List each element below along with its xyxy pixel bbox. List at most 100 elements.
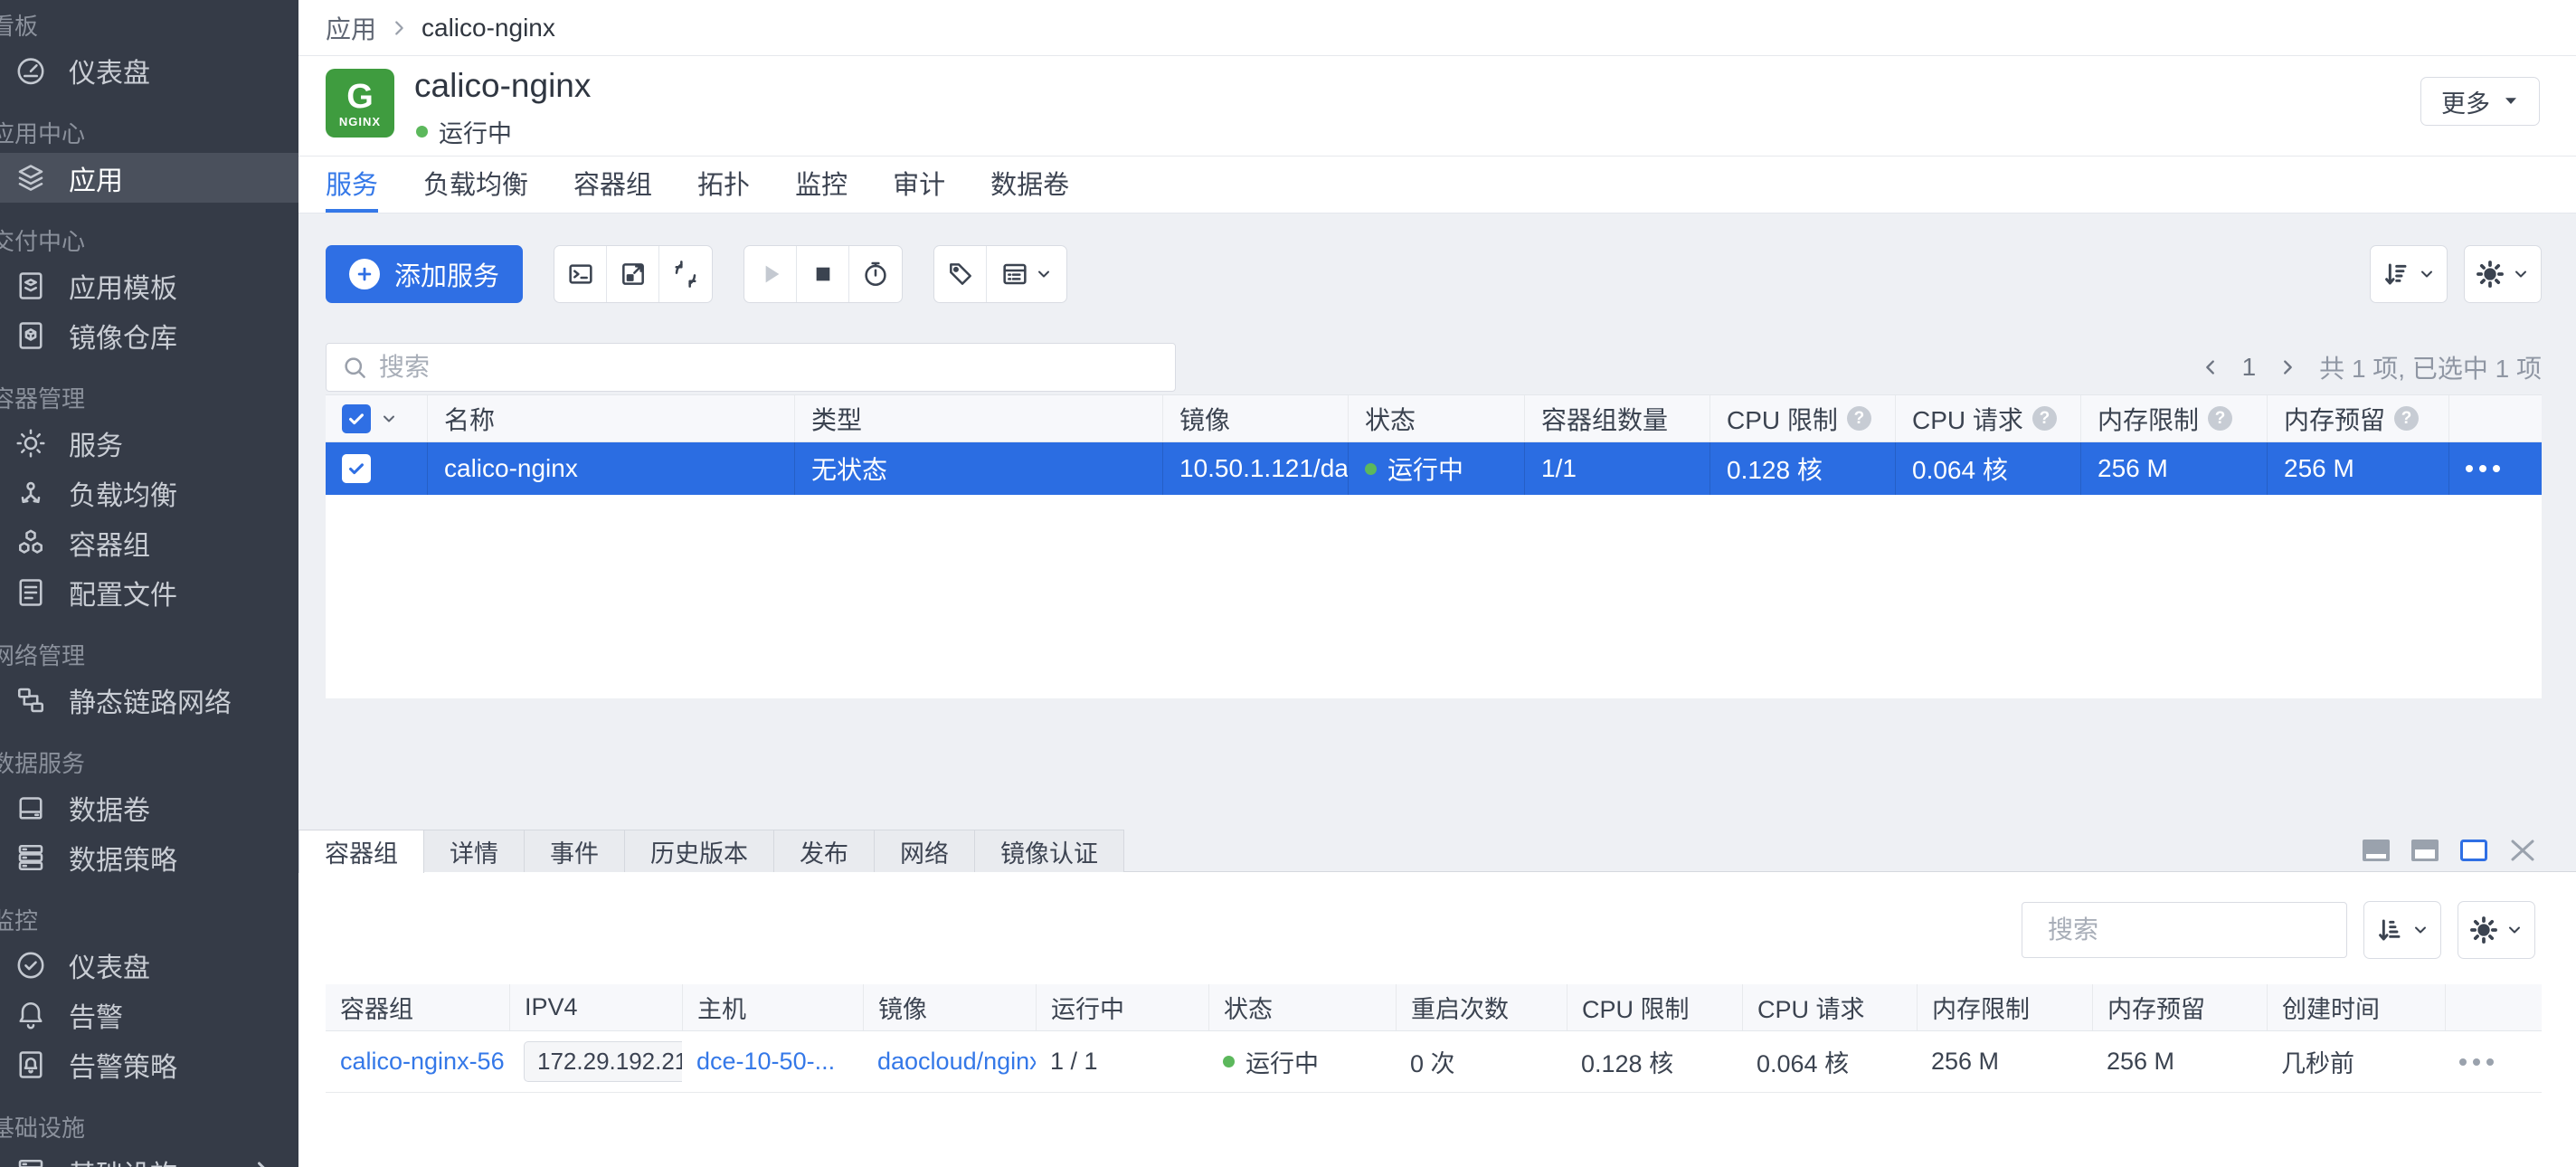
page-next-icon[interactable] [2278, 357, 2297, 377]
rolling-update-button[interactable] [659, 246, 712, 302]
table-row[interactable]: calico-nginx 无状态 10.50.1.121/daoc 运行中 1/… [326, 442, 2542, 495]
start-button[interactable] [744, 246, 797, 302]
sidebar-item-infrastructure[interactable]: 基础设施 [0, 1147, 298, 1167]
scale-button[interactable] [607, 246, 659, 302]
tab-services[interactable]: 服务 [326, 157, 378, 213]
sidebar-item-pods[interactable]: 容器组 [0, 517, 298, 567]
service-cpu-limit: 0.128 核 [1709, 442, 1895, 495]
sidebar-item-static-network[interactable]: 静态链路网络 [0, 675, 298, 725]
more-button[interactable]: 更多 [2420, 77, 2540, 126]
image-registry-icon [14, 319, 47, 352]
panel-tab-release[interactable]: 发布 [774, 830, 875, 872]
gear-icon [2469, 916, 2498, 944]
col-mem-reserve[interactable]: 内存预留 ? [2267, 395, 2448, 441]
col-ipv4[interactable]: IPV4 [509, 984, 682, 1030]
more-actions-button[interactable] [987, 246, 1066, 302]
panel-size-half-icon[interactable] [2410, 837, 2440, 864]
nginx-logo-text: NGINX [339, 115, 381, 128]
pods-settings-button[interactable] [2458, 901, 2535, 959]
col-created[interactable]: 创建时间 [2267, 984, 2445, 1030]
col-mem-limit[interactable]: 内存限制 [1917, 984, 2092, 1030]
tab-pods[interactable]: 容器组 [573, 157, 652, 213]
detail-panel-tabs: 容器组 详情 事件 历史版本 发布 网络 镜像认证 [298, 830, 1124, 872]
col-image[interactable]: 镜像 [863, 984, 1036, 1030]
panel-tab-network[interactable]: 网络 [875, 830, 975, 872]
panel-tab-history[interactable]: 历史版本 [625, 830, 774, 872]
row-checkbox[interactable] [342, 454, 371, 483]
table-row[interactable]: calico-nginx-56 172.29.192.216 dce-10-50… [326, 1031, 2542, 1093]
restart-button[interactable] [849, 246, 902, 302]
sidebar-item-volumes[interactable]: 数据卷 [0, 783, 298, 832]
col-image[interactable]: 镜像 [1162, 395, 1348, 441]
panel-tab-image-auth[interactable]: 镜像认证 [975, 830, 1124, 872]
help-icon[interactable]: ? [2394, 406, 2419, 431]
pod-image-link[interactable]: daocloud/nginx [877, 1048, 1036, 1076]
col-mem-reserve[interactable]: 内存预留 [2092, 984, 2267, 1030]
row-actions-icon[interactable] [2466, 465, 2500, 472]
tab-monitoring[interactable]: 监控 [795, 157, 848, 213]
col-cpu-limit[interactable]: CPU 限制 [1567, 984, 1742, 1030]
tab-topology[interactable]: 拓扑 [697, 157, 750, 213]
col-cpu-limit[interactable]: CPU 限制 ? [1709, 395, 1895, 441]
app-status: 运行中 [416, 114, 512, 149]
tab-volumes[interactable]: 数据卷 [990, 157, 1069, 213]
col-pod[interactable]: 容器组 [326, 984, 509, 1030]
sidebar-item-dashboard[interactable]: 仪表盘 [0, 45, 298, 95]
sidebar-item-config-files[interactable]: 配置文件 [0, 567, 298, 617]
stop-button[interactable] [797, 246, 849, 302]
arrow-right-icon[interactable] [239, 1154, 275, 1167]
sidebar-item-services[interactable]: 服务 [0, 418, 298, 468]
breadcrumb-parent[interactable]: 应用 [326, 10, 376, 46]
sidebar-item-data-policies[interactable]: 数据策略 [0, 832, 298, 882]
page-prev-icon[interactable] [2201, 357, 2221, 377]
sidebar-item-alerts[interactable]: 告警 [0, 990, 298, 1039]
pod-name-link[interactable]: calico-nginx-56 [340, 1048, 505, 1076]
col-cpu-request[interactable]: CPU 请求 ? [1895, 395, 2080, 441]
panel-size-max-icon[interactable] [2458, 837, 2489, 864]
col-status[interactable]: 状态 [1208, 984, 1396, 1030]
sidebar-item-monitor-dashboard[interactable]: 仪表盘 [0, 940, 298, 990]
gear-icon [2476, 260, 2505, 289]
sort-desc-icon [2382, 260, 2410, 289]
tab-load-balancer[interactable]: 负载均衡 [423, 157, 528, 213]
panel-size-small-icon[interactable] [2361, 837, 2391, 864]
select-all-checkbox[interactable] [342, 404, 371, 433]
panel-close-icon[interactable] [2507, 837, 2538, 864]
pods-search-input[interactable] [2048, 916, 2374, 944]
col-restarts[interactable]: 重启次数 [1396, 984, 1567, 1030]
tab-audit[interactable]: 审计 [893, 157, 945, 213]
row-actions-icon[interactable] [2459, 1058, 2494, 1066]
sidebar-item-image-registry[interactable]: 镜像仓库 [0, 310, 298, 360]
sidebar-item-alert-policies[interactable]: 告警策略 [0, 1039, 298, 1089]
select-menu-chevron-icon[interactable] [380, 410, 398, 428]
col-type[interactable]: 类型 [794, 395, 1162, 441]
pods-sort-button[interactable] [2363, 901, 2441, 959]
sidebar-item-applications[interactable]: 应用 [0, 153, 298, 203]
help-icon[interactable]: ? [2208, 406, 2232, 431]
help-icon[interactable]: ? [2032, 406, 2057, 431]
add-service-button[interactable]: 添加服务 [326, 245, 523, 303]
col-running[interactable]: 运行中 [1036, 984, 1208, 1030]
help-icon[interactable]: ? [1847, 406, 1871, 431]
service-name[interactable]: calico-nginx [427, 442, 794, 495]
pod-host-link[interactable]: dce-10-50-... [696, 1048, 835, 1076]
col-host[interactable]: 主机 [682, 984, 863, 1030]
panel-tab-details[interactable]: 详情 [424, 830, 525, 872]
panel-tab-pods[interactable]: 容器组 [298, 830, 424, 873]
terminal-button[interactable] [554, 246, 607, 302]
col-status[interactable]: 状态 [1348, 395, 1524, 441]
sidebar-item-app-templates[interactable]: 应用模板 [0, 261, 298, 310]
config-file-icon [14, 576, 47, 609]
col-cpu-request[interactable]: CPU 请求 [1742, 984, 1917, 1030]
sort-button[interactable] [2370, 245, 2448, 303]
sidebar-section-infrastructure: 基础设施 基础设施 [0, 1109, 298, 1167]
panel-tab-events[interactable]: 事件 [525, 830, 625, 872]
service-cpu-request: 0.064 核 [1895, 442, 2080, 495]
col-name[interactable]: 名称 [427, 395, 794, 441]
col-mem-limit[interactable]: 内存限制 ? [2080, 395, 2267, 441]
col-pod-count[interactable]: 容器组数量 [1524, 395, 1709, 441]
tag-button[interactable] [934, 246, 987, 302]
table-settings-button[interactable] [2464, 245, 2542, 303]
search-input[interactable] [379, 353, 1160, 382]
sidebar-item-load-balancer[interactable]: 负载均衡 [0, 468, 298, 517]
